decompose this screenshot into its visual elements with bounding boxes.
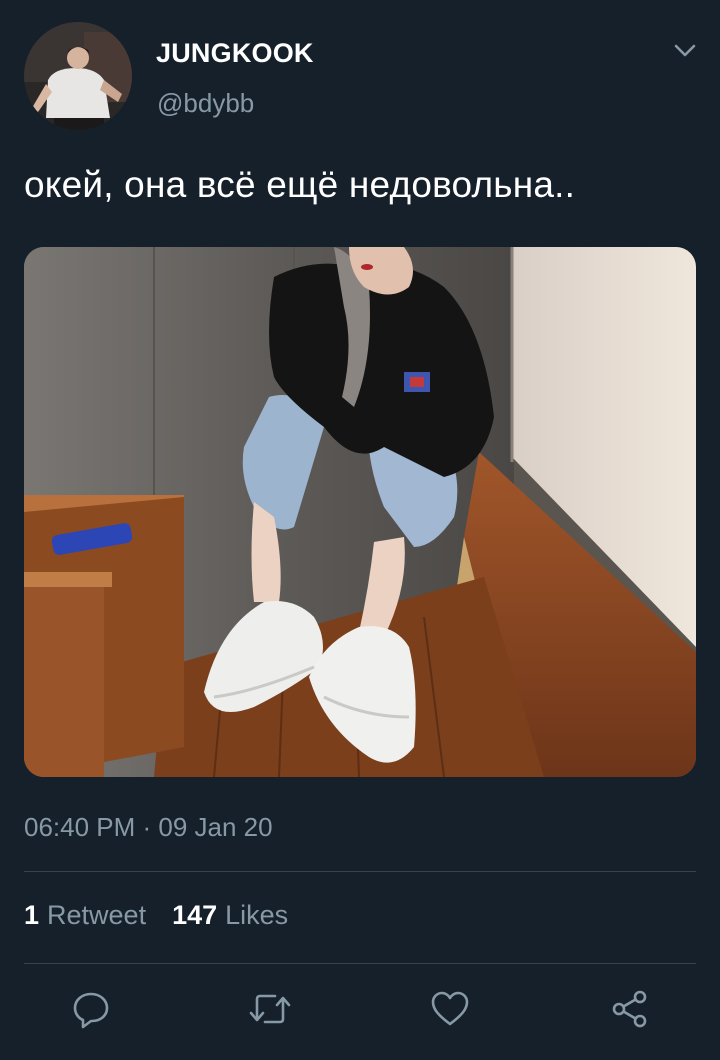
tweet-stats: 1 Retweet 147 Likes — [24, 900, 288, 931]
likes-stat[interactable]: 147 Likes — [172, 900, 288, 931]
user-handle[interactable]: @bdybb — [157, 88, 254, 119]
retweets-count: 1 — [24, 900, 40, 930]
chevron-down-icon[interactable] — [668, 36, 702, 66]
share-icon[interactable] — [606, 985, 654, 1033]
tweet-image[interactable] — [24, 247, 696, 777]
retweets-stat[interactable]: 1 Retweet — [24, 900, 146, 931]
retweet-icon[interactable] — [246, 985, 294, 1033]
avatar[interactable] — [24, 22, 132, 130]
tweet-text: окей, она всё ещё недовольна.. — [24, 164, 576, 205]
reply-icon[interactable] — [67, 985, 115, 1033]
heart-icon[interactable] — [426, 985, 474, 1033]
tweet-detail: JUNGKOOK @bdybb окей, она всё ещё недово… — [0, 0, 720, 1060]
action-bar — [0, 985, 720, 1035]
retweets-label: Retweet — [47, 900, 147, 930]
divider — [24, 871, 696, 872]
display-name[interactable]: JUNGKOOK — [156, 38, 314, 69]
tweet-timestamp[interactable]: 06:40 PM · 09 Jan 20 — [24, 812, 273, 843]
likes-label: Likes — [225, 900, 289, 930]
divider — [24, 963, 696, 964]
likes-count: 147 — [172, 900, 218, 930]
